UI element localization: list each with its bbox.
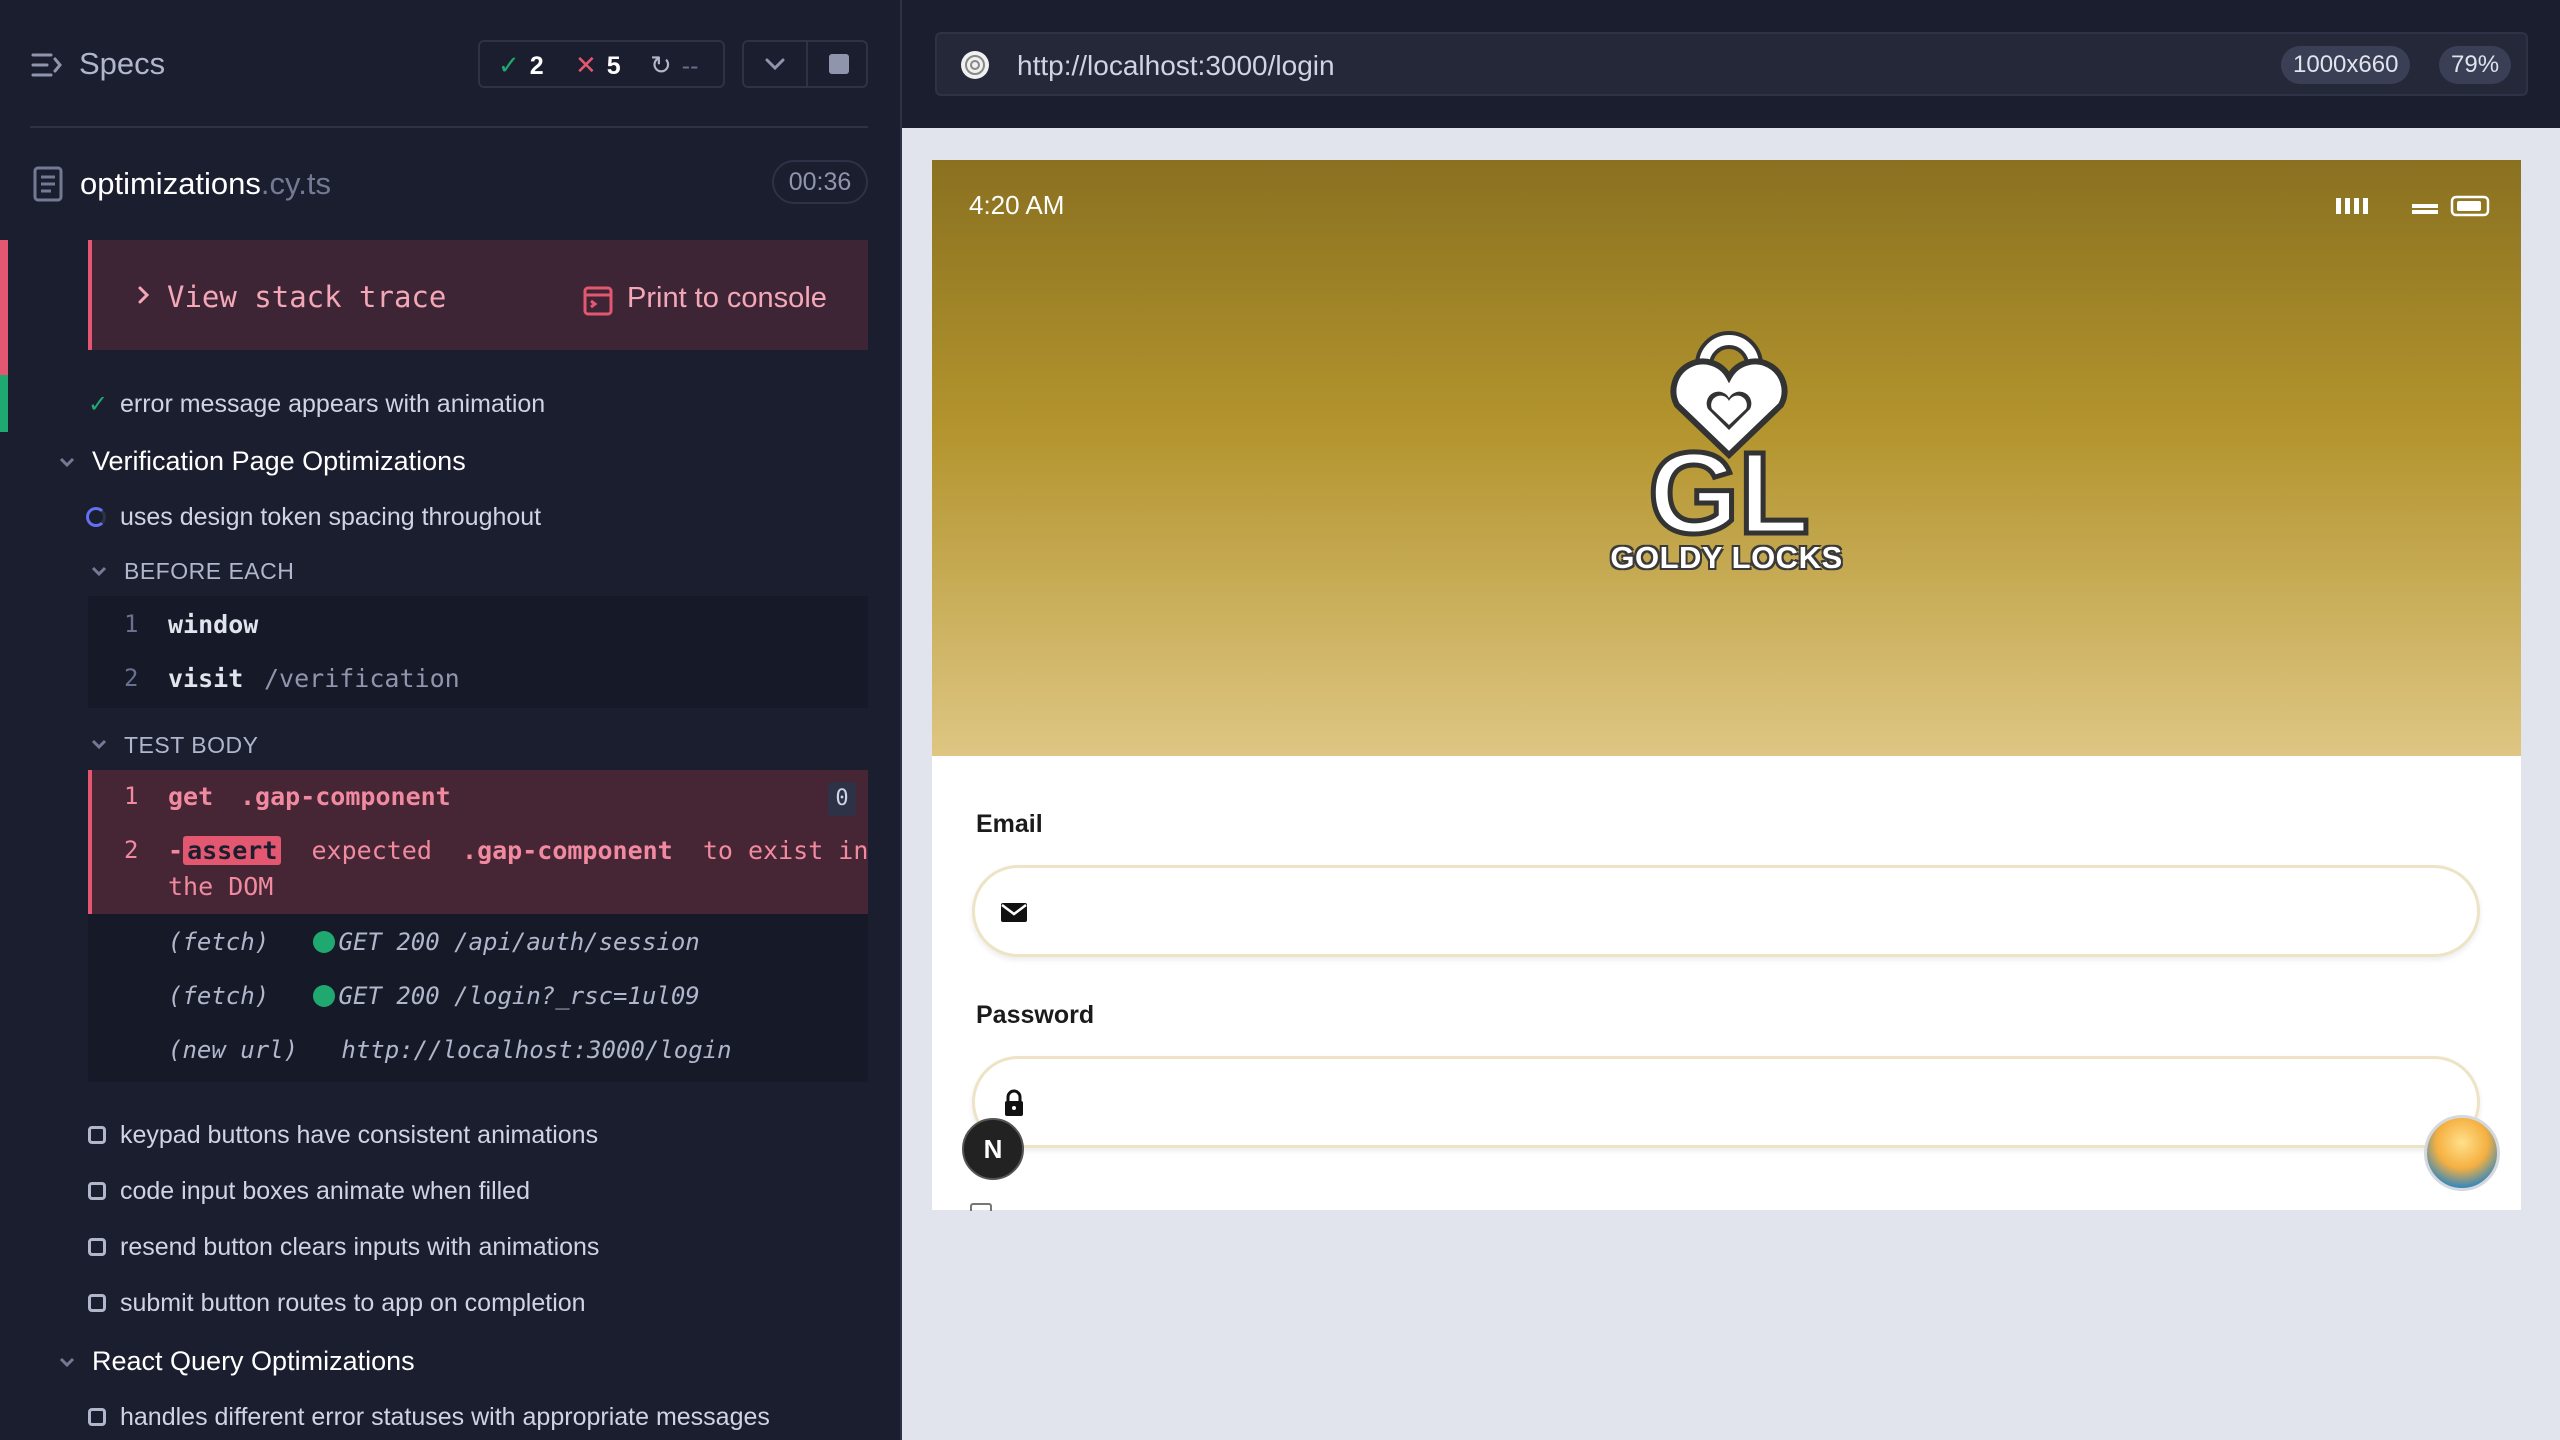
test-title[interactable]: resend button clears inputs with animati… [120,1233,599,1262]
running-icon [86,507,106,527]
chevron-down-icon[interactable] [58,1356,76,1368]
pending-icon [88,1294,106,1312]
specs-list-icon[interactable] [30,48,64,82]
print-to-console-button[interactable]: Print to console [627,282,827,315]
command-log: 1 window 2 visit /verification [88,596,868,708]
x-icon: ✕ [575,50,597,80]
chevron-right-icon [138,286,150,304]
email-field[interactable] [972,865,2480,957]
command-row[interactable]: 2 visit /verification [88,652,868,708]
command-row[interactable]: 1 get .gap-component [92,770,868,826]
chevron-down-icon[interactable] [90,738,108,750]
globe-icon [961,51,989,79]
viewport-size-badge[interactable]: 1000x660 [2281,46,2411,84]
spinner-icon: ↻ [650,50,672,80]
passed-count: ✓ 2 [498,50,544,80]
network-row[interactable]: (fetch) GET 200 /login?_rsc=1ul09 [168,982,700,1010]
login-hero: 4:20 AM GL GOLDY LOCKS [932,160,2521,756]
error-panel: View stack trace Print to console [88,240,868,350]
check-icon: ✓ [88,391,109,418]
url-bar[interactable]: http://localhost:3000/login 1000x660 79% [935,32,2528,96]
test-reporter-panel: Specs ✓ 2 ✕ 5 ↻ -- optimizations.cy.ts 00:3… [0,0,900,1440]
collapse-button[interactable] [744,42,806,86]
stop-icon [829,54,849,74]
pending-icon [88,1126,106,1144]
spec-file-name: optimizations.cy.ts [80,166,331,201]
url-text: http://localhost:3000/login [1017,50,1335,81]
console-icon [583,286,613,316]
zoom-badge[interactable]: 79% [2439,46,2512,84]
chevron-down-icon[interactable] [90,565,108,577]
test-title[interactable]: error message appears with animation [120,390,545,419]
status-dot [312,985,335,1007]
test-title[interactable]: keypad buttons have consistent animation… [120,1121,598,1150]
mail-icon [1001,903,1027,922]
chevron-down-icon [765,58,785,71]
view-stack-trace-button[interactable]: View stack trace [167,280,446,314]
hook-label: TEST BODY [124,732,259,758]
test-title[interactable]: code input boxes animate when filled [120,1177,530,1206]
reporter-controls [742,40,868,88]
failed-count: ✕ 5 [575,50,621,80]
spec-file-row[interactable]: optimizations.cy.ts 00:36 [0,150,900,220]
brand-name: GOLDY LOCKS [1610,540,1843,575]
status-dot [312,931,335,953]
test-title[interactable]: submit button routes to app on completio… [120,1289,586,1318]
password-input[interactable] [1045,1077,2445,1127]
suite-title[interactable]: React Query Optimizations [92,1346,415,1377]
command-row[interactable]: 2 - assert expected .gap-component to exi… [92,828,868,914]
check-icon: ✓ [498,50,520,80]
network-row[interactable]: (fetch) GET 200 /api/auth/session [168,928,700,956]
email-label: Email [976,810,1043,838]
nextjs-dev-indicator[interactable]: N [962,1118,1024,1180]
stop-button[interactable] [808,42,868,86]
pending-icon [88,1182,106,1200]
pending-icon [88,1408,106,1426]
reporter-header: Specs ✓ 2 ✕ 5 ↻ -- [0,0,900,130]
suite-title[interactable]: Verification Page Optimizations [92,446,466,477]
assert-badge: assert [183,836,282,865]
fail-indicator-bar [0,240,8,375]
remember-checkbox[interactable] [970,1203,992,1211]
network-log: (fetch) GET 200 /api/auth/session (fetch… [88,914,868,1082]
failed-command-group: 1 get .gap-component 2 - assert expected … [88,770,868,914]
hook-label: BEFORE EACH [124,558,295,584]
test-stats: ✓ 2 ✕ 5 ↻ -- [478,40,725,88]
document-icon [33,166,63,202]
pending-count: ↻ -- [650,50,699,80]
element-count-badge: 0 [828,782,856,816]
svg-text:GL: GL [1648,428,1809,545]
goldy-locks-logo: GL [1646,331,1812,545]
spec-duration: 00:36 [772,160,868,204]
network-row[interactable]: (new url) http://localhost:3000/login [168,1036,732,1064]
command-row[interactable]: 1 window [88,596,868,652]
pass-indicator-bar [0,375,8,432]
lock-icon [1005,1089,1023,1116]
email-input[interactable] [1045,886,2445,936]
status-bar-icons [2336,195,2490,217]
test-title[interactable]: handles different error statuses with ap… [120,1403,770,1432]
avatar[interactable] [2424,1115,2500,1191]
chevron-down-icon[interactable] [58,456,76,468]
password-field[interactable] [972,1056,2480,1148]
test-title[interactable]: uses design token spacing throughout [120,503,541,532]
specs-label[interactable]: Specs [79,46,165,82]
app-under-test: 4:20 AM GL GOLDY LOCKS Email Password [932,160,2521,1210]
divider [30,126,868,128]
status-bar-time: 4:20 AM [969,190,1065,220]
pending-icon [88,1238,106,1256]
password-label: Password [976,1001,1095,1029]
